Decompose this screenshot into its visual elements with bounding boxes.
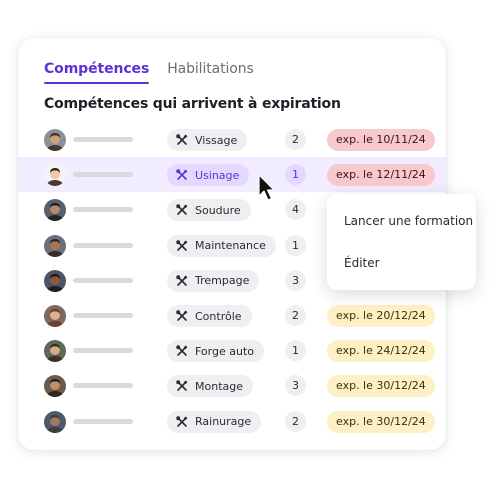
avatar	[44, 340, 66, 363]
name-placeholder	[73, 418, 133, 424]
skill-count-badge: 2	[285, 305, 306, 326]
table-row[interactable]: Montage 3 exp. le 30/12/24	[18, 368, 446, 403]
table-row[interactable]: Rainurage 2 exp. le 30/12/24	[18, 404, 446, 439]
row-context-menu: Lancer une formation Éditer	[327, 194, 476, 290]
skill-label: Montage	[195, 379, 243, 393]
skill-chip[interactable]: Forge auto	[167, 340, 264, 363]
skill-chip[interactable]: Vissage	[167, 129, 248, 151]
name-placeholder	[73, 277, 133, 283]
name-placeholder	[73, 137, 133, 142]
skill-chip[interactable]: Contrôle	[167, 305, 252, 327]
skill-label: Usinage	[195, 168, 240, 182]
tab-habilitations[interactable]: Habilitations	[167, 60, 254, 84]
table-row[interactable]: Usinage 1 exp. le 12/11/24	[18, 157, 446, 193]
expiry-badge: exp. le 30/12/24	[327, 375, 435, 398]
skill-label: Soudure	[195, 203, 241, 217]
tools-icon	[176, 415, 188, 428]
tools-icon	[176, 169, 188, 181]
skill-label: Contrôle	[195, 309, 242, 323]
skill-label: Maintenance	[195, 239, 266, 253]
avatar	[44, 164, 66, 187]
skill-count-badge: 2	[285, 129, 306, 150]
table-row[interactable]: Vissage 2 exp. le 10/11/24	[18, 122, 446, 157]
tools-icon	[176, 380, 188, 392]
tools-icon	[176, 310, 188, 322]
avatar	[44, 305, 66, 327]
name-placeholder	[73, 172, 133, 178]
skill-label: Vissage	[195, 133, 238, 147]
table-row[interactable]: Forge auto 1 exp. le 24/12/24	[18, 333, 446, 368]
menu-item-lancer-formation[interactable]: Lancer une formation	[344, 214, 473, 228]
skill-count-badge: 2	[285, 410, 306, 432]
menu-item-editer[interactable]: Éditer	[344, 256, 380, 270]
avatar	[44, 129, 66, 151]
section-title: Compétences qui arrivent à expiration	[44, 96, 341, 112]
avatar	[44, 410, 66, 433]
name-placeholder	[73, 207, 133, 213]
tab-bar: Compétences Habilitations	[44, 60, 254, 84]
skill-chip[interactable]: Maintenance	[167, 234, 276, 257]
skill-chip[interactable]: Soudure	[167, 199, 251, 222]
name-placeholder	[73, 313, 133, 318]
tools-icon	[176, 204, 188, 216]
skill-count-badge: 3	[285, 269, 306, 291]
expiry-badge: exp. le 30/12/24	[327, 410, 435, 433]
avatar	[44, 269, 66, 292]
avatar	[44, 375, 66, 398]
skill-count-badge: 4	[285, 199, 306, 221]
skill-chip[interactable]: Rainurage	[167, 410, 262, 433]
skill-count-badge: 3	[285, 375, 306, 397]
skill-count-badge: 1	[285, 164, 306, 186]
tools-icon	[176, 134, 188, 146]
skill-chip[interactable]: Usinage	[167, 164, 250, 187]
name-placeholder	[73, 383, 133, 389]
skill-chip[interactable]: Trempage	[167, 269, 260, 292]
tab-competences[interactable]: Compétences	[44, 60, 150, 84]
skill-label: Forge auto	[195, 344, 254, 358]
name-placeholder	[73, 242, 133, 248]
table-row[interactable]: Contrôle 2 exp. le 20/12/24	[18, 298, 446, 333]
mouse-cursor-icon	[258, 174, 275, 201]
skill-label: Rainurage	[195, 415, 252, 429]
skill-count-badge: 1	[285, 340, 306, 362]
expiry-badge: exp. le 12/11/24	[327, 164, 435, 187]
avatar	[44, 199, 66, 222]
skill-chip[interactable]: Montage	[167, 375, 253, 398]
tools-icon	[176, 239, 188, 252]
skill-label: Trempage	[195, 274, 250, 288]
avatar	[44, 234, 66, 257]
tools-icon	[176, 275, 188, 287]
name-placeholder	[73, 348, 133, 354]
tools-icon	[176, 345, 188, 357]
expiry-badge: exp. le 20/12/24	[327, 305, 435, 327]
skill-count-badge: 1	[285, 234, 306, 256]
expiry-badge: exp. le 10/11/24	[327, 129, 435, 151]
expiry-badge: exp. le 24/12/24	[327, 340, 435, 363]
